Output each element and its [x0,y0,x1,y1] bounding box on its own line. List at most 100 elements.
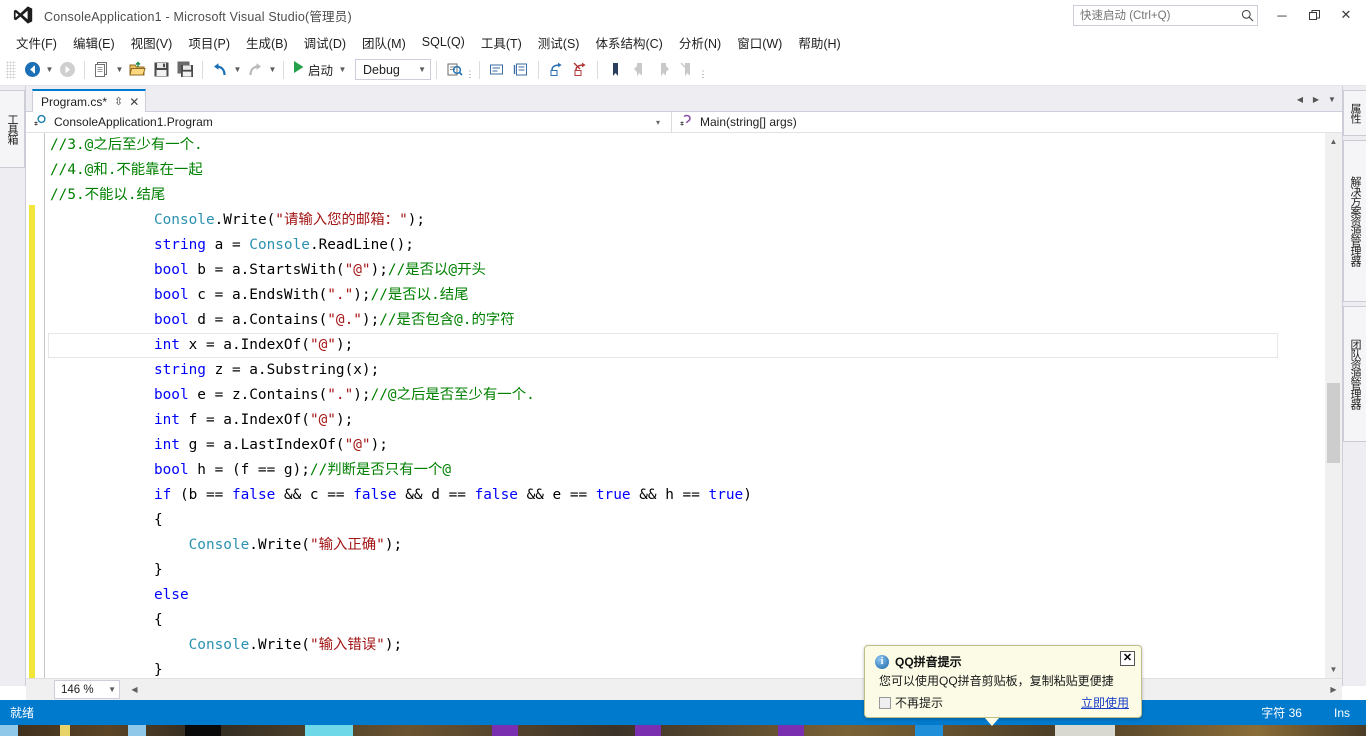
sidebar-item-properties[interactable]: 属性 [1343,90,1366,136]
scroll-left-icon[interactable]: ◀ [126,681,143,698]
open-file-icon[interactable] [125,58,149,82]
editor-vertical-scrollbar[interactable]: ▲ ▼ [1325,133,1342,678]
toolbar-grip[interactable] [6,60,16,79]
menu-item-test[interactable]: 测试(S) [530,31,588,54]
windows-taskbar[interactable] [0,725,1366,736]
minimize-button[interactable]: ─ [1266,0,1298,30]
tab-program-cs[interactable]: Program.cs* ⇳ ✕ [32,89,147,112]
find-in-files-icon[interactable] [442,58,466,82]
scroll-down-icon[interactable]: ▼ [1325,661,1342,678]
menu-item-project[interactable]: 项目(P) [180,31,238,54]
taskbar-item[interactable] [635,725,661,736]
code-line[interactable]: bool h = (f == g);//判断是否只有一个@ [50,458,1320,483]
code-line[interactable]: string z = a.Substring(x); [50,358,1320,383]
start-debug-button[interactable]: 启动 ▼ [289,58,351,82]
menu-item-help[interactable]: 帮助(H) [790,31,848,54]
menu-item-sql[interactable]: SQL(Q) [414,33,473,51]
code-line[interactable]: string a = Console.ReadLine(); [50,233,1320,258]
code-line[interactable]: { [50,608,1320,633]
code-text[interactable]: //3.@之后至少有一个. //4.@和.不能靠在一起 //5.不能以.结尾 Con… [50,133,1320,678]
undo-icon[interactable] [208,58,232,82]
status-insert-mode[interactable]: Ins [1318,706,1366,720]
taskbar-item[interactable] [60,725,70,736]
save-icon[interactable] [149,58,173,82]
code-line[interactable]: //4.@和.不能靠在一起 [50,158,1320,183]
toolbar-overflow-icon-2[interactable]: ⋮ [699,60,708,80]
code-line[interactable]: { [50,508,1320,533]
editor-horizontal-scrollbar[interactable]: ◀ ▶ [126,681,1342,698]
code-line[interactable]: //3.@之后至少有一个. [50,133,1320,158]
code-line[interactable]: if (b == false && c == false && d == fal… [50,483,1320,508]
maximize-button[interactable] [1298,0,1330,30]
uncomment-selection-icon[interactable] [509,58,533,82]
taskbar-item[interactable] [305,725,353,736]
taskbar-item[interactable] [915,725,943,736]
scroll-right-icon[interactable]: ▶ [1325,681,1342,698]
sidebar-item-toolbox[interactable]: 工具箱 [0,90,25,168]
menu-item-team[interactable]: 团队(M) [354,31,414,54]
scrollbar-thumb[interactable] [1327,383,1340,463]
pin-icon[interactable]: ⇳ [114,95,123,108]
use-now-link[interactable]: 立即使用 [1081,694,1129,711]
search-icon[interactable] [1237,9,1257,22]
menu-item-build[interactable]: 生成(B) [238,31,296,54]
code-line[interactable]: bool b = a.StartsWith("@");//是否以@开头 [50,258,1320,283]
taskbar-item[interactable] [1055,725,1115,736]
menu-item-view[interactable]: 视图(V) [123,31,181,54]
scroll-up-icon[interactable]: ▲ [1325,133,1342,150]
navigate-back-dropdown-icon[interactable]: ▼ [44,58,55,82]
taskbar-item[interactable] [0,725,18,736]
chevron-down-icon[interactable]: ▼ [418,65,426,74]
menu-item-window[interactable]: 窗口(W) [729,31,790,54]
code-line[interactable]: bool e = z.Contains(".");//@之后是否至少有一个. [50,383,1320,408]
taskbar-item[interactable] [185,725,221,736]
menu-item-debug[interactable]: 调试(D) [296,31,354,54]
code-line[interactable]: Console.Write("输入正确"); [50,533,1320,558]
chevron-right-icon[interactable]: ▶ [1308,90,1324,108]
chevron-left-icon[interactable]: ◀ [1292,90,1308,108]
code-line[interactable]: bool c = a.EndsWith(".");//是否以.结尾 [50,283,1320,308]
code-line[interactable]: } [50,558,1320,583]
new-project-icon[interactable] [90,58,114,82]
start-debug-dropdown-icon[interactable]: ▼ [337,58,348,82]
navigate-back-icon[interactable] [20,58,44,82]
close-icon[interactable]: ✕ [129,95,139,109]
solution-configuration-combo[interactable]: Debug ▼ [355,59,432,80]
close-icon[interactable]: ✕ [1120,651,1135,666]
menu-item-tools[interactable]: 工具(T) [473,31,530,54]
code-line[interactable]: int f = a.IndexOf("@"); [50,408,1320,433]
code-line[interactable]: Console.Write("请输入您的邮箱："); [50,208,1320,233]
menu-item-file[interactable]: 文件(F) [8,31,65,54]
menu-item-analyze[interactable]: 分析(N) [671,31,729,54]
qq-pinyin-tip-popup[interactable]: i QQ拼音提示 ✕ 您可以使用QQ拼音剪贴板，复制粘贴更便捷 不再提示 立即使… [864,645,1142,726]
undo-dropdown-icon[interactable]: ▼ [232,58,243,82]
code-line[interactable]: bool d = a.Contains("@.");//是否包含@.的字符 [50,308,1320,333]
code-editor[interactable]: //3.@之后至少有一个. //4.@和.不能靠在一起 //5.不能以.结尾 Con… [26,133,1342,678]
taskbar-item[interactable] [128,725,146,736]
zoom-level-combo[interactable]: 146 % ▼ [54,680,120,699]
code-line[interactable]: int g = a.LastIndexOf("@"); [50,433,1320,458]
sidebar-item-solution-explorer[interactable]: 解决方案资源管理器 [1343,140,1366,302]
code-line[interactable]: //5.不能以.结尾 [50,183,1320,208]
bookmark-icon[interactable] [603,58,627,82]
menu-item-architecture[interactable]: 体系结构(C) [587,31,670,54]
dont-show-again-checkbox[interactable]: 不再提示 [879,694,943,711]
toolbar-overflow-icon[interactable]: ⋮ [466,60,475,80]
taskbar-item[interactable] [492,725,518,736]
menu-item-edit[interactable]: 编辑(E) [65,31,123,54]
new-project-dropdown-icon[interactable]: ▼ [114,58,125,82]
comment-selection-icon[interactable] [485,58,509,82]
type-chevron-down-icon[interactable]: ▾ [656,118,660,127]
increase-indent-icon[interactable] [544,58,568,82]
chevron-down-icon[interactable]: ▼ [1324,90,1340,108]
checkbox-box[interactable] [879,696,891,709]
type-dropdown[interactable]: ConsoleApplication1.Program ▾ [26,112,671,133]
decrease-indent-icon[interactable] [568,58,592,82]
code-line[interactable]: else [50,583,1320,608]
chevron-down-icon[interactable]: ▼ [108,685,116,694]
save-all-icon[interactable] [173,58,197,82]
close-button[interactable]: ✕ [1330,0,1362,30]
quick-launch-box[interactable] [1073,5,1258,26]
member-dropdown[interactable]: Main(string[] args) [671,111,1342,133]
taskbar-item[interactable] [778,725,804,736]
